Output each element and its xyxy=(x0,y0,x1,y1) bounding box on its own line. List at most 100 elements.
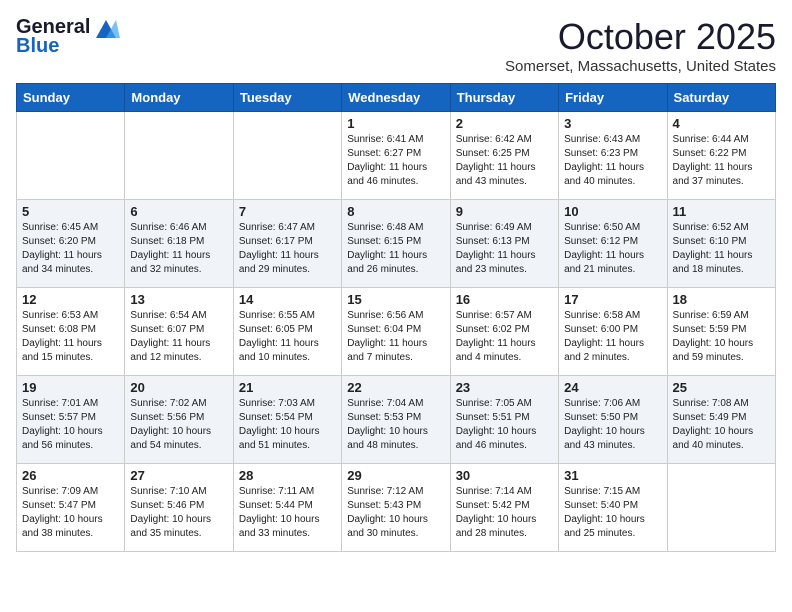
day-info: Sunrise: 7:15 AM Sunset: 5:40 PM Dayligh… xyxy=(564,485,661,541)
day-number: 18 xyxy=(673,292,770,307)
day-info: Sunrise: 6:56 AM Sunset: 6:04 PM Dayligh… xyxy=(347,309,444,365)
calendar-cell xyxy=(233,112,341,200)
calendar-table: SundayMondayTuesdayWednesdayThursdayFrid… xyxy=(16,83,776,552)
day-number: 27 xyxy=(130,468,227,483)
calendar-cell: 15 Sunrise: 6:56 AM Sunset: 6:04 PM Dayli… xyxy=(342,288,450,376)
day-info: Sunrise: 7:05 AM Sunset: 5:51 PM Dayligh… xyxy=(456,397,553,453)
day-number: 26 xyxy=(22,468,119,483)
day-number: 28 xyxy=(239,468,336,483)
calendar-week-row: 12 Sunrise: 6:53 AM Sunset: 6:08 PM Dayli… xyxy=(17,288,776,376)
calendar-cell: 11 Sunrise: 6:52 AM Sunset: 6:10 PM Dayli… xyxy=(667,200,775,288)
day-number: 23 xyxy=(456,380,553,395)
day-number: 17 xyxy=(564,292,661,307)
day-info: Sunrise: 7:03 AM Sunset: 5:54 PM Dayligh… xyxy=(239,397,336,453)
calendar-cell: 20 Sunrise: 7:02 AM Sunset: 5:56 PM Dayli… xyxy=(125,376,233,464)
day-info: Sunrise: 7:11 AM Sunset: 5:44 PM Dayligh… xyxy=(239,485,336,541)
day-info: Sunrise: 6:41 AM Sunset: 6:27 PM Dayligh… xyxy=(347,133,444,189)
calendar-cell: 8Sunrise: 6:48 AM Sunset: 6:15 PM Daylig… xyxy=(342,200,450,288)
calendar-cell: 3 Sunrise: 6:43 AM Sunset: 6:23 PM Daylig… xyxy=(559,112,667,200)
calendar-week-row: 5 Sunrise: 6:45 AM Sunset: 6:20 PM Daylig… xyxy=(17,200,776,288)
day-number: 12 xyxy=(22,292,119,307)
day-number: 30 xyxy=(456,468,553,483)
day-number: 24 xyxy=(564,380,661,395)
calendar-day-header: Tuesday xyxy=(233,84,341,112)
calendar-day-header: Sunday xyxy=(17,84,125,112)
day-info: Sunrise: 6:59 AM Sunset: 5:59 PM Dayligh… xyxy=(673,309,770,365)
title-block: October 2025 Somerset, Massachusetts, Un… xyxy=(505,16,776,75)
day-number: 1 xyxy=(347,116,444,131)
day-info: Sunrise: 7:04 AM Sunset: 5:53 PM Dayligh… xyxy=(347,397,444,453)
calendar-cell: 30 Sunrise: 7:14 AM Sunset: 5:42 PM Dayli… xyxy=(450,464,558,552)
calendar-cell: 22Sunrise: 7:04 AM Sunset: 5:53 PM Dayli… xyxy=(342,376,450,464)
calendar-cell: 7 Sunrise: 6:47 AM Sunset: 6:17 PM Daylig… xyxy=(233,200,341,288)
logo-icon xyxy=(92,20,120,38)
calendar-cell: 24 Sunrise: 7:06 AM Sunset: 5:50 PM Dayli… xyxy=(559,376,667,464)
calendar-cell xyxy=(17,112,125,200)
calendar-cell: 4Sunrise: 6:44 AM Sunset: 6:22 PM Daylig… xyxy=(667,112,775,200)
calendar-cell: 5 Sunrise: 6:45 AM Sunset: 6:20 PM Daylig… xyxy=(17,200,125,288)
day-number: 2 xyxy=(456,116,553,131)
calendar-cell: 1 Sunrise: 6:41 AM Sunset: 6:27 PM Daylig… xyxy=(342,112,450,200)
day-info: Sunrise: 6:55 AM Sunset: 6:05 PM Dayligh… xyxy=(239,309,336,365)
calendar-cell: 19 Sunrise: 7:01 AM Sunset: 5:57 PM Dayli… xyxy=(17,376,125,464)
day-number: 19 xyxy=(22,380,119,395)
calendar-cell: 17 Sunrise: 6:58 AM Sunset: 6:00 PM Dayli… xyxy=(559,288,667,376)
day-number: 5 xyxy=(22,204,119,219)
day-info: Sunrise: 7:12 AM Sunset: 5:43 PM Dayligh… xyxy=(347,485,444,541)
calendar-cell: 16 Sunrise: 6:57 AM Sunset: 6:02 PM Dayli… xyxy=(450,288,558,376)
day-info: Sunrise: 6:53 AM Sunset: 6:08 PM Dayligh… xyxy=(22,309,119,365)
day-number: 16 xyxy=(456,292,553,307)
day-number: 20 xyxy=(130,380,227,395)
calendar-week-row: 1 Sunrise: 6:41 AM Sunset: 6:27 PM Daylig… xyxy=(17,112,776,200)
page-header: General Blue October 2025 Somerset, Mass… xyxy=(16,16,776,75)
day-number: 7 xyxy=(239,204,336,219)
month-title: October 2025 xyxy=(505,16,776,58)
day-number: 15 xyxy=(347,292,444,307)
calendar-cell: 13 Sunrise: 6:54 AM Sunset: 6:07 PM Dayli… xyxy=(125,288,233,376)
day-info: Sunrise: 6:50 AM Sunset: 6:12 PM Dayligh… xyxy=(564,221,661,277)
calendar-cell: 28 Sunrise: 7:11 AM Sunset: 5:44 PM Dayli… xyxy=(233,464,341,552)
day-number: 10 xyxy=(564,204,661,219)
day-number: 6 xyxy=(130,204,227,219)
day-info: Sunrise: 6:46 AM Sunset: 6:18 PM Dayligh… xyxy=(130,221,227,277)
day-number: 29 xyxy=(347,468,444,483)
calendar-day-header: Friday xyxy=(559,84,667,112)
day-number: 11 xyxy=(673,204,770,219)
day-info: Sunrise: 7:06 AM Sunset: 5:50 PM Dayligh… xyxy=(564,397,661,453)
day-info: Sunrise: 6:58 AM Sunset: 6:00 PM Dayligh… xyxy=(564,309,661,365)
day-info: Sunrise: 7:09 AM Sunset: 5:47 PM Dayligh… xyxy=(22,485,119,541)
day-number: 13 xyxy=(130,292,227,307)
day-info: Sunrise: 7:01 AM Sunset: 5:57 PM Dayligh… xyxy=(22,397,119,453)
day-number: 21 xyxy=(239,380,336,395)
calendar-cell: 12 Sunrise: 6:53 AM Sunset: 6:08 PM Dayli… xyxy=(17,288,125,376)
day-info: Sunrise: 6:57 AM Sunset: 6:02 PM Dayligh… xyxy=(456,309,553,365)
day-number: 31 xyxy=(564,468,661,483)
logo: General Blue xyxy=(16,16,120,58)
day-info: Sunrise: 6:42 AM Sunset: 6:25 PM Dayligh… xyxy=(456,133,553,189)
calendar-cell: 23 Sunrise: 7:05 AM Sunset: 5:51 PM Dayli… xyxy=(450,376,558,464)
logo-blue-text: Blue xyxy=(16,35,59,58)
calendar-cell: 2 Sunrise: 6:42 AM Sunset: 6:25 PM Daylig… xyxy=(450,112,558,200)
calendar-cell xyxy=(125,112,233,200)
day-info: Sunrise: 6:45 AM Sunset: 6:20 PM Dayligh… xyxy=(22,221,119,277)
day-info: Sunrise: 6:52 AM Sunset: 6:10 PM Dayligh… xyxy=(673,221,770,277)
day-info: Sunrise: 6:49 AM Sunset: 6:13 PM Dayligh… xyxy=(456,221,553,277)
calendar-cell: 29 Sunrise: 7:12 AM Sunset: 5:43 PM Dayli… xyxy=(342,464,450,552)
calendar-cell: 9Sunrise: 6:49 AM Sunset: 6:13 PM Daylig… xyxy=(450,200,558,288)
calendar-header-row: SundayMondayTuesdayWednesdayThursdayFrid… xyxy=(17,84,776,112)
calendar-cell: 21 Sunrise: 7:03 AM Sunset: 5:54 PM Dayli… xyxy=(233,376,341,464)
day-info: Sunrise: 6:54 AM Sunset: 6:07 PM Dayligh… xyxy=(130,309,227,365)
calendar-cell: 25Sunrise: 7:08 AM Sunset: 5:49 PM Dayli… xyxy=(667,376,775,464)
calendar-week-row: 26 Sunrise: 7:09 AM Sunset: 5:47 PM Dayli… xyxy=(17,464,776,552)
day-info: Sunrise: 6:47 AM Sunset: 6:17 PM Dayligh… xyxy=(239,221,336,277)
day-info: Sunrise: 7:14 AM Sunset: 5:42 PM Dayligh… xyxy=(456,485,553,541)
day-info: Sunrise: 7:02 AM Sunset: 5:56 PM Dayligh… xyxy=(130,397,227,453)
calendar-cell: 31 Sunrise: 7:15 AM Sunset: 5:40 PM Dayli… xyxy=(559,464,667,552)
day-info: Sunrise: 7:10 AM Sunset: 5:46 PM Dayligh… xyxy=(130,485,227,541)
day-number: 3 xyxy=(564,116,661,131)
calendar-cell: 6 Sunrise: 6:46 AM Sunset: 6:18 PM Daylig… xyxy=(125,200,233,288)
day-info: Sunrise: 6:43 AM Sunset: 6:23 PM Dayligh… xyxy=(564,133,661,189)
calendar-week-row: 19 Sunrise: 7:01 AM Sunset: 5:57 PM Dayli… xyxy=(17,376,776,464)
calendar-cell: 27 Sunrise: 7:10 AM Sunset: 5:46 PM Dayli… xyxy=(125,464,233,552)
calendar-day-header: Monday xyxy=(125,84,233,112)
